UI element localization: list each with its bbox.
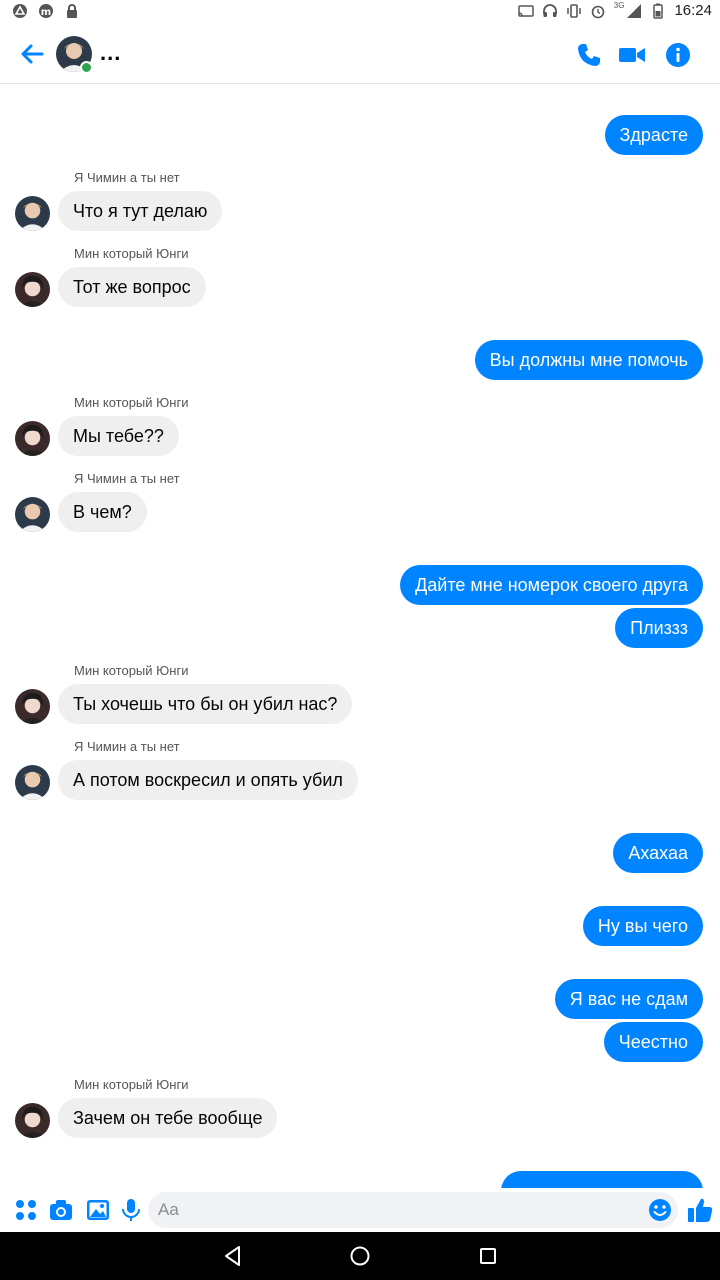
chat-header: ... — [0, 24, 720, 84]
message-bubble: А потом воскресил и опять убил — [58, 760, 358, 800]
status-bar: m 3G 16:24 — [0, 0, 720, 24]
message-outgoing[interactable]: Я вас не сдам — [554, 979, 703, 1019]
gallery-icon[interactable] — [86, 1198, 110, 1222]
message-bubble: Зачем он тебе вообще — [58, 1098, 278, 1138]
emoji-icon[interactable] — [648, 1198, 672, 1222]
message-outgoing[interactable]: Вы должны мне помочь — [474, 340, 703, 380]
signal-icon — [627, 3, 642, 18]
conversation-title[interactable]: ... — [100, 40, 121, 66]
clock: 16:24 — [674, 2, 712, 19]
nav-home-icon[interactable] — [349, 1245, 371, 1267]
sender-name: Мин который Юнги — [74, 1077, 189, 1092]
message-bubble: Что я тут делаю — [58, 191, 223, 231]
sender-name: Мин который Юнги — [74, 395, 189, 410]
message-incoming[interactable]: Тот же вопрос — [58, 267, 206, 307]
cast-icon — [518, 4, 534, 17]
avatar[interactable] — [15, 765, 50, 800]
video-camera-icon[interactable] — [618, 42, 646, 68]
message-outgoing[interactable]: Чеестно — [603, 1022, 703, 1062]
online-status-dot — [80, 61, 93, 74]
message-bubble: Вы должны мне помочь — [474, 340, 703, 380]
message-outgoing[interactable]: Дайте мне номерок своего друга — [400, 565, 703, 605]
message-incoming[interactable]: А потом воскресил и опять убил — [58, 760, 358, 800]
nav-recents-icon[interactable] — [478, 1246, 498, 1266]
message-bubble: Мы тебе?? — [58, 416, 179, 456]
message-bubble: Тот же вопрос — [58, 267, 206, 307]
message-bubble: Ты хочешь что бы он убил нас? — [58, 684, 353, 724]
message-incoming[interactable]: Ты хочешь что бы он убил нас? — [58, 684, 353, 724]
headphones-icon — [542, 3, 557, 17]
phone-icon[interactable] — [576, 42, 602, 68]
message-bubble: Здрасте — [604, 115, 703, 155]
battery-icon — [653, 3, 664, 19]
avatar[interactable] — [15, 421, 50, 456]
message-input-container[interactable] — [148, 1192, 678, 1228]
message-incoming[interactable]: Что я тут делаю — [58, 191, 223, 231]
info-icon[interactable] — [665, 42, 691, 68]
avatar[interactable] — [15, 272, 50, 307]
avatar[interactable] — [15, 196, 50, 231]
message-bubble: В чем? — [58, 492, 147, 532]
message-bubble: Плиззз — [615, 608, 703, 648]
message-outgoing[interactable]: Здрасте — [604, 115, 703, 155]
network-type-label: 3G — [613, 1, 625, 10]
sender-name: Я Чимин а ты нет — [74, 739, 180, 754]
notification-icon — [13, 4, 27, 18]
message-incoming[interactable]: В чем? — [58, 492, 147, 532]
lock-icon — [67, 4, 77, 18]
avatar[interactable] — [15, 497, 50, 532]
microphone-icon[interactable] — [119, 1198, 143, 1222]
nav-back-icon[interactable] — [222, 1245, 244, 1267]
sender-name: Мин который Юнги — [74, 663, 189, 678]
message-bubble: Чеестно — [603, 1022, 703, 1062]
avatar[interactable] — [15, 689, 50, 724]
message-list[interactable]: Здрасте Я Чимин а ты нет Что я тут делаю… — [0, 85, 720, 1188]
message-bubble: Ахахаа — [613, 833, 703, 873]
camera-icon[interactable] — [49, 1198, 73, 1222]
svg-text:m: m — [41, 7, 51, 18]
message-composer — [0, 1188, 720, 1232]
message-incoming[interactable]: Мы тебе?? — [58, 416, 179, 456]
message-outgoing[interactable]: Плиззз — [615, 608, 703, 648]
message-input[interactable] — [158, 1192, 628, 1228]
message-bubble: Я вас не сдам — [554, 979, 703, 1019]
avatar[interactable] — [15, 1103, 50, 1138]
sender-name: Я Чимин а ты нет — [74, 170, 180, 185]
apps-grid-icon[interactable] — [14, 1198, 38, 1222]
alarm-icon — [591, 5, 605, 18]
message-bubble: Дайте мне номерок своего друга — [400, 565, 703, 605]
sender-name: Мин который Юнги — [74, 246, 189, 261]
app-m-icon: m — [39, 4, 53, 18]
sender-name: Я Чимин а ты нет — [74, 471, 180, 486]
message-bubble: Ну вы чего — [582, 906, 703, 946]
message-bubble — [501, 1171, 703, 1188]
vibrate-icon — [567, 3, 581, 18]
thumbs-up-icon[interactable] — [686, 1196, 714, 1224]
system-navigation-bar — [0, 1232, 720, 1280]
message-outgoing[interactable]: Ахахаа — [613, 833, 703, 873]
message-incoming[interactable]: Зачем он тебе вообще — [58, 1098, 278, 1138]
message-outgoing[interactable]: Ну вы чего — [582, 906, 703, 946]
message-outgoing-partial[interactable] — [501, 1171, 703, 1188]
back-arrow-icon[interactable] — [18, 40, 46, 68]
